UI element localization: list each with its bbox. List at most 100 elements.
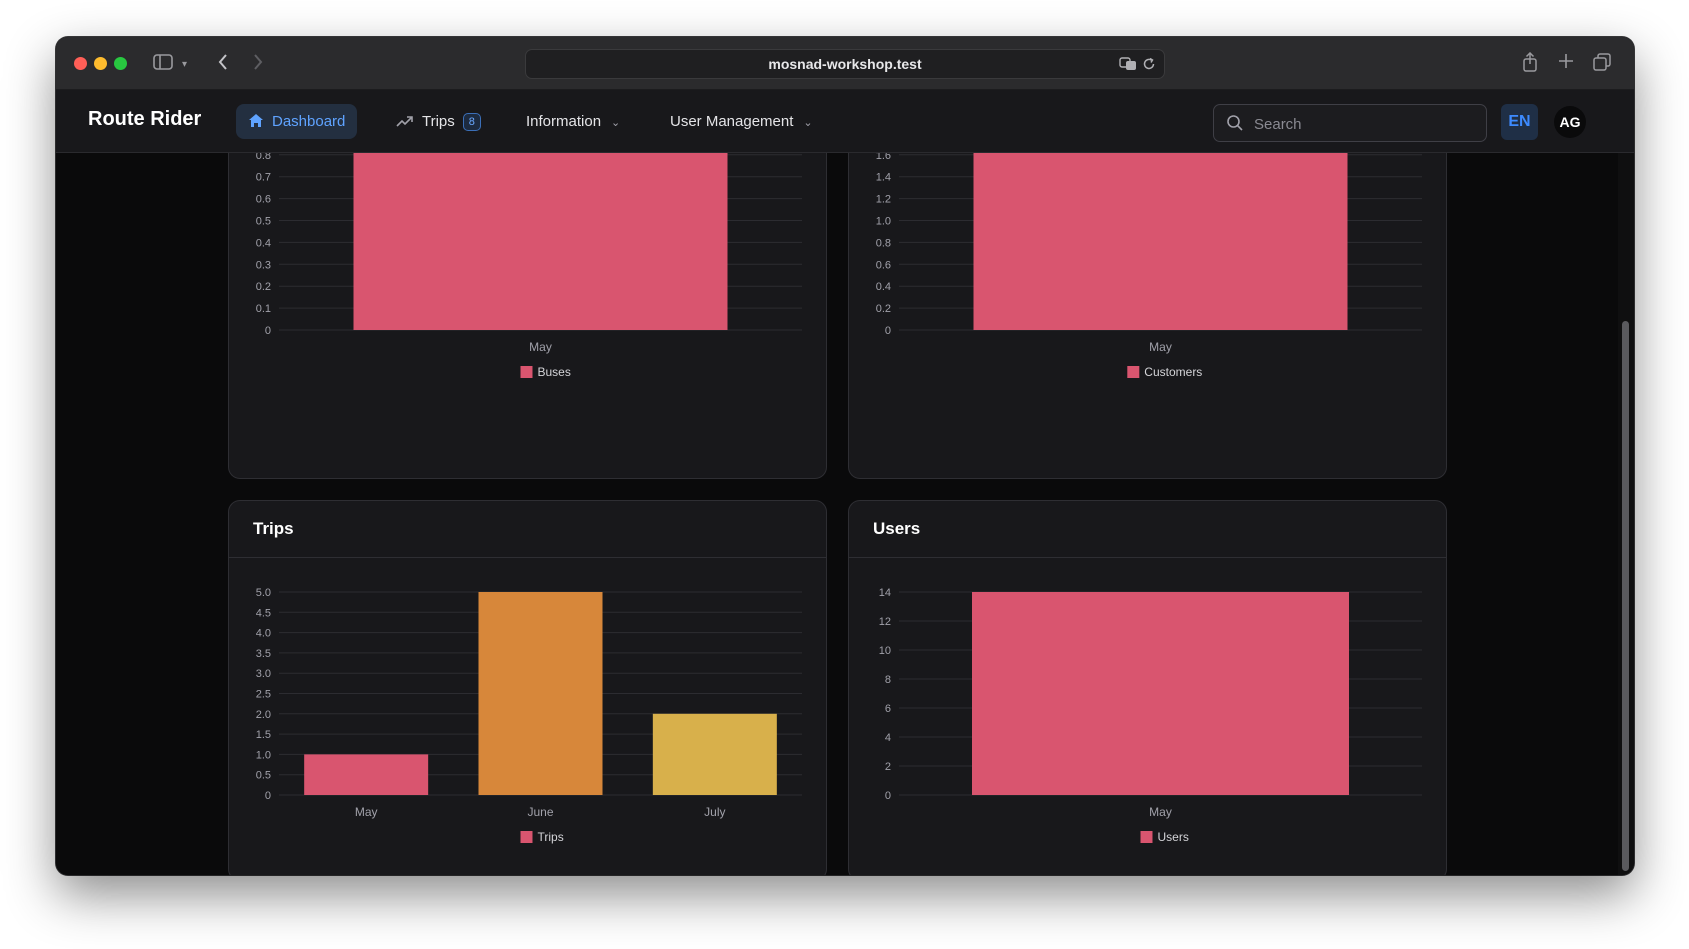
- y-tick-label: 1.4: [876, 172, 891, 184]
- y-tick-label: 0.4: [876, 281, 891, 293]
- y-tick-label: 14: [879, 587, 891, 599]
- user-avatar[interactable]: AG: [1554, 106, 1586, 138]
- share-icon[interactable]: [1522, 51, 1538, 75]
- search-box[interactable]: [1213, 104, 1487, 143]
- nav-user-management[interactable]: User Management ⌄: [662, 104, 821, 139]
- y-tick-label: 2.5: [256, 689, 271, 701]
- app-header: Route Rider Dashboard Trips 8 Information…: [56, 90, 1634, 153]
- y-tick-label: 0.6: [256, 194, 271, 206]
- legend-label[interactable]: Buses: [538, 365, 571, 379]
- y-tick-label: 1.0: [256, 749, 271, 761]
- x-tick-label: July: [704, 805, 725, 819]
- buses-chart-card: 00.10.20.30.40.50.60.70.80.91.0MayBuses: [228, 153, 827, 479]
- customers-bar-chart: 00.20.40.60.81.01.21.41.61.82.0MayCustom…: [876, 153, 1422, 379]
- nav-trips[interactable]: Trips 8: [388, 104, 489, 139]
- zoom-window-button[interactable]: [114, 57, 127, 70]
- y-tick-label: 5.0: [256, 587, 271, 599]
- y-tick-label: 0: [265, 790, 271, 802]
- bar-june[interactable]: [478, 592, 603, 795]
- y-tick-label: 3.5: [256, 648, 271, 660]
- nav-dashboard[interactable]: Dashboard: [236, 104, 358, 139]
- nav-trips-label: Trips: [422, 113, 455, 130]
- y-tick-label: 6: [885, 703, 891, 715]
- reload-icon[interactable]: [1142, 50, 1156, 80]
- y-tick-label: 0.2: [876, 303, 891, 315]
- scrollbar-thumb[interactable]: [1622, 321, 1629, 871]
- y-tick-label: 4.0: [256, 628, 271, 640]
- sidebar-toggle-icon[interactable]: [153, 54, 173, 73]
- dashboard-content: 00.10.20.30.40.50.60.70.80.91.0MayBuses …: [56, 153, 1616, 875]
- tab-overview-icon[interactable]: [1593, 53, 1611, 74]
- nav-information-label: Information: [526, 113, 602, 130]
- search-input[interactable]: [1252, 105, 1476, 143]
- y-tick-label: 0: [885, 325, 891, 337]
- brand-logo[interactable]: Route Rider: [88, 108, 201, 131]
- y-tick-label: 0: [885, 790, 891, 802]
- y-tick-label: 1.0: [876, 216, 891, 228]
- y-tick-label: 0.2: [256, 281, 271, 293]
- browser-toolbar: ▾ mosnad-workshop.test: [56, 37, 1634, 90]
- card-title: Users: [873, 519, 921, 538]
- language-switcher[interactable]: EN: [1501, 104, 1538, 140]
- y-tick-label: 0.7: [256, 172, 271, 184]
- browser-window: ▾ mosnad-workshop.test Route Rider Dashb…: [56, 37, 1634, 875]
- users-chart-card: Users 0 2 4 6 8 10 12 14 May Users: [848, 500, 1447, 875]
- close-window-button[interactable]: [74, 57, 87, 70]
- y-tick-label: 0.1: [256, 303, 271, 315]
- y-tick-label: 10: [879, 645, 891, 657]
- translate-icon[interactable]: [1119, 50, 1137, 80]
- bar-may[interactable]: [304, 754, 429, 795]
- new-tab-icon[interactable]: [1558, 53, 1574, 72]
- y-tick-label: 4.5: [256, 607, 271, 619]
- bar-july[interactable]: [652, 713, 777, 795]
- chevron-down-icon: ⌄: [803, 117, 813, 129]
- y-tick-label: 0.6: [876, 259, 891, 271]
- legend-label[interactable]: Customers: [1144, 365, 1202, 379]
- legend-swatch[interactable]: [520, 831, 533, 843]
- address-bar[interactable]: mosnad-workshop.test: [525, 49, 1165, 79]
- nav-information[interactable]: Information ⌄: [518, 104, 628, 139]
- y-tick-label: 0.8: [256, 153, 271, 162]
- buses-bar-chart: 00.10.20.30.40.50.60.70.80.91.0MayBuses: [256, 153, 802, 379]
- y-tick-label: 3.0: [256, 668, 271, 680]
- legend-label[interactable]: Trips: [538, 830, 564, 844]
- nav-user-management-label: User Management: [670, 113, 794, 130]
- y-tick-label: 0.5: [256, 216, 271, 228]
- card-title: Trips: [253, 519, 294, 538]
- x-tick-label: May: [1149, 340, 1172, 354]
- search-icon: [1227, 115, 1243, 131]
- legend-label[interactable]: Users: [1158, 830, 1189, 844]
- home-icon: [249, 114, 263, 127]
- x-tick-label: May: [529, 340, 552, 354]
- forward-icon[interactable]: [252, 53, 264, 74]
- y-tick-label: 2: [885, 761, 891, 773]
- bar-may[interactable]: [973, 153, 1348, 330]
- y-tick-label: 12: [879, 616, 891, 628]
- y-tick-label: 0.8: [876, 237, 891, 249]
- nav-dashboard-label: Dashboard: [272, 113, 346, 130]
- legend-swatch[interactable]: [520, 366, 533, 378]
- chevron-down-icon: ⌄: [611, 117, 621, 129]
- x-tick-label: May: [1149, 805, 1172, 819]
- back-icon[interactable]: [217, 53, 229, 74]
- chevron-down-icon[interactable]: ▾: [182, 56, 187, 74]
- trips-count-badge: 8: [462, 113, 481, 132]
- y-tick-label: 0.3: [256, 259, 271, 271]
- trips-chart-card: Trips 0 0.5 1.0 1.5 2.0 2.5 3.0 3.5 4.0 4.5 5.0 May…: [228, 500, 827, 875]
- x-tick-label: June: [527, 805, 553, 819]
- bar-may[interactable]: [353, 153, 728, 330]
- y-tick-label: 0: [265, 325, 271, 337]
- legend-swatch[interactable]: [1140, 831, 1153, 843]
- y-tick-label: 2.0: [256, 709, 271, 721]
- trending-up-icon: [396, 116, 413, 127]
- y-tick-label: 1.5: [256, 729, 271, 741]
- customers-chart-card: 00.20.40.60.81.01.21.41.61.82.0MayCustom…: [848, 153, 1447, 479]
- bar-may[interactable]: [972, 592, 1349, 795]
- y-tick-label: 0.5: [256, 770, 271, 782]
- trips-bar-chart: 0 0.5 1.0 1.5 2.0 2.5 3.0 3.5 4.0 4.5 5.0 May June Ju…: [256, 587, 802, 844]
- users-bar-chart: 0 2 4 6 8 10 12 14 May Users: [879, 587, 1422, 844]
- legend-swatch[interactable]: [1127, 366, 1140, 378]
- y-tick-label: 1.6: [876, 153, 891, 162]
- y-tick-label: 0.4: [256, 237, 271, 249]
- minimize-window-button[interactable]: [94, 57, 107, 70]
